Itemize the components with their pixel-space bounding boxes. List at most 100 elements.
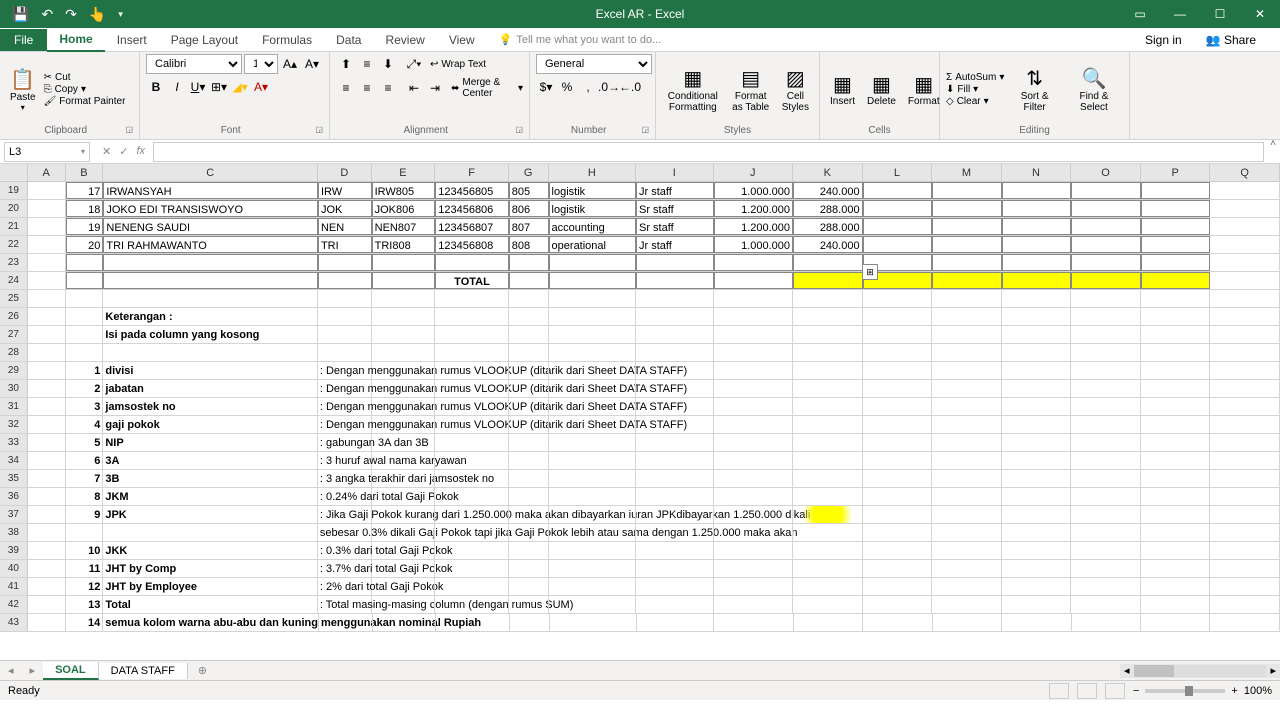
row-header-23[interactable]: 23 xyxy=(0,254,28,271)
cell-E38[interactable] xyxy=(372,524,436,541)
clear-button[interactable]: ◇Clear ▾ xyxy=(946,96,1004,107)
cell-J38[interactable] xyxy=(714,524,793,541)
cell-Q30[interactable] xyxy=(1210,380,1280,397)
cell-A41[interactable] xyxy=(28,578,66,595)
cell-N25[interactable] xyxy=(1002,290,1072,307)
cell-K21[interactable]: 288.000 xyxy=(793,218,863,235)
cell-M29[interactable] xyxy=(932,362,1002,379)
cell-A34[interactable] xyxy=(28,452,66,469)
cell-F35[interactable] xyxy=(435,470,509,487)
tab-view[interactable]: View xyxy=(437,29,487,51)
name-box[interactable]: L3▾ xyxy=(4,142,90,162)
cell-M40[interactable] xyxy=(932,560,1002,577)
cell-L41[interactable] xyxy=(863,578,933,595)
formula-bar[interactable] xyxy=(153,142,1264,162)
cell-B27[interactable] xyxy=(66,326,104,343)
cell-A19[interactable] xyxy=(28,182,66,199)
cell-P19[interactable] xyxy=(1141,182,1211,199)
cell-I22[interactable]: Jr staff xyxy=(636,236,714,253)
cell-J43[interactable] xyxy=(714,614,793,631)
cell-C28[interactable] xyxy=(103,344,318,361)
cell-G33[interactable] xyxy=(509,434,549,451)
cell-N19[interactable] xyxy=(1002,182,1072,199)
cell-K32[interactable] xyxy=(793,416,863,433)
touch-mode-icon[interactable]: 👆 xyxy=(89,6,106,23)
cell-D23[interactable] xyxy=(318,254,372,271)
cell-C27[interactable]: Isi pada column yang kosong xyxy=(103,326,318,343)
cell-J31[interactable] xyxy=(714,398,793,415)
row-header-41[interactable]: 41 xyxy=(0,578,28,595)
cell-M31[interactable] xyxy=(932,398,1002,415)
cell-J37[interactable] xyxy=(714,506,793,523)
cell-G30[interactable] xyxy=(509,380,549,397)
delete-cells-button[interactable]: ▦Delete xyxy=(863,70,900,109)
cell-D39[interactable]: : 0.3% dari total Gaji Pokok xyxy=(318,542,372,559)
cell-A39[interactable] xyxy=(28,542,66,559)
font-size-select[interactable]: 11 xyxy=(244,54,278,74)
cell-D25[interactable] xyxy=(318,290,372,307)
cell-A36[interactable] xyxy=(28,488,66,505)
cell-L39[interactable] xyxy=(863,542,933,559)
row-header-22[interactable]: 22 xyxy=(0,236,28,253)
cell-H30[interactable] xyxy=(549,380,636,397)
col-header-P[interactable]: P xyxy=(1141,164,1211,181)
cell-G39[interactable] xyxy=(509,542,549,559)
cell-M23[interactable] xyxy=(932,254,1002,271)
zoom-level[interactable]: 100% xyxy=(1244,685,1272,697)
borders-button[interactable]: ⊞▾ xyxy=(209,77,229,97)
cell-K42[interactable] xyxy=(793,596,863,613)
cell-E20[interactable]: JOK806 xyxy=(372,200,436,217)
cell-K23[interactable] xyxy=(793,254,863,271)
collapse-ribbon-icon[interactable]: ˄ xyxy=(1270,138,1276,149)
cell-H21[interactable]: accounting xyxy=(549,218,636,235)
cell-D37[interactable]: : Jika Gaji Pokok kurang dari 1.250.000 … xyxy=(318,506,372,523)
cell-A29[interactable] xyxy=(28,362,66,379)
align-left-icon[interactable]: ≡ xyxy=(336,78,356,98)
cell-C35[interactable]: 3B xyxy=(103,470,318,487)
cell-G36[interactable] xyxy=(509,488,549,505)
cell-E26[interactable] xyxy=(372,308,436,325)
col-header-K[interactable]: K xyxy=(793,164,863,181)
cell-O43[interactable] xyxy=(1072,614,1141,631)
cell-M32[interactable] xyxy=(932,416,1002,433)
cell-A30[interactable] xyxy=(28,380,66,397)
cell-F23[interactable] xyxy=(435,254,509,271)
cell-P33[interactable] xyxy=(1141,434,1211,451)
cell-G23[interactable] xyxy=(509,254,549,271)
cell-N34[interactable] xyxy=(1002,452,1072,469)
cell-Q27[interactable] xyxy=(1210,326,1280,343)
cell-B38[interactable] xyxy=(66,524,104,541)
ribbon-options-icon[interactable]: ▭ xyxy=(1120,0,1160,28)
cell-F39[interactable] xyxy=(435,542,509,559)
cell-J28[interactable] xyxy=(714,344,794,361)
cell-N41[interactable] xyxy=(1002,578,1072,595)
cell-P20[interactable] xyxy=(1141,200,1211,217)
cell-D33[interactable]: : gabungan 3A dan 3B xyxy=(318,434,372,451)
worksheet-area[interactable]: ABCDEFGHIJKLMNOPQ 1917IRWANSYAHIRWIRW805… xyxy=(0,164,1280,660)
cell-K20[interactable]: 288.000 xyxy=(793,200,863,217)
tab-data[interactable]: Data xyxy=(324,29,373,51)
cell-A33[interactable] xyxy=(28,434,66,451)
cell-P38[interactable] xyxy=(1141,524,1211,541)
cell-L36[interactable] xyxy=(863,488,933,505)
cell-D19[interactable]: IRW xyxy=(318,182,372,199)
cell-L22[interactable] xyxy=(863,236,933,253)
cell-O37[interactable] xyxy=(1071,506,1141,523)
fill-button[interactable]: ⬇Fill ▾ xyxy=(946,84,1004,95)
undo-icon[interactable]: ↶ xyxy=(41,6,53,23)
cell-D40[interactable]: : 3.7% dari total Gaji Pokok xyxy=(318,560,372,577)
row-header-20[interactable]: 20 xyxy=(0,200,28,217)
increase-font-icon[interactable]: A▴ xyxy=(280,54,300,74)
cell-F43[interactable] xyxy=(436,614,509,631)
cell-I29[interactable] xyxy=(636,362,714,379)
find-select-button[interactable]: 🔍Find & Select xyxy=(1065,65,1123,115)
cell-I43[interactable] xyxy=(637,614,714,631)
cell-B29[interactable]: 1 xyxy=(66,362,104,379)
cell-H19[interactable]: logistik xyxy=(549,182,636,199)
cell-O24[interactable] xyxy=(1071,272,1141,289)
cell-K36[interactable] xyxy=(793,488,863,505)
cell-L25[interactable] xyxy=(863,290,933,307)
cell-H23[interactable] xyxy=(549,254,636,271)
cell-D29[interactable]: : Dengan menggunakan rumus VLOOKUP (dita… xyxy=(318,362,372,379)
cell-M39[interactable] xyxy=(932,542,1002,559)
